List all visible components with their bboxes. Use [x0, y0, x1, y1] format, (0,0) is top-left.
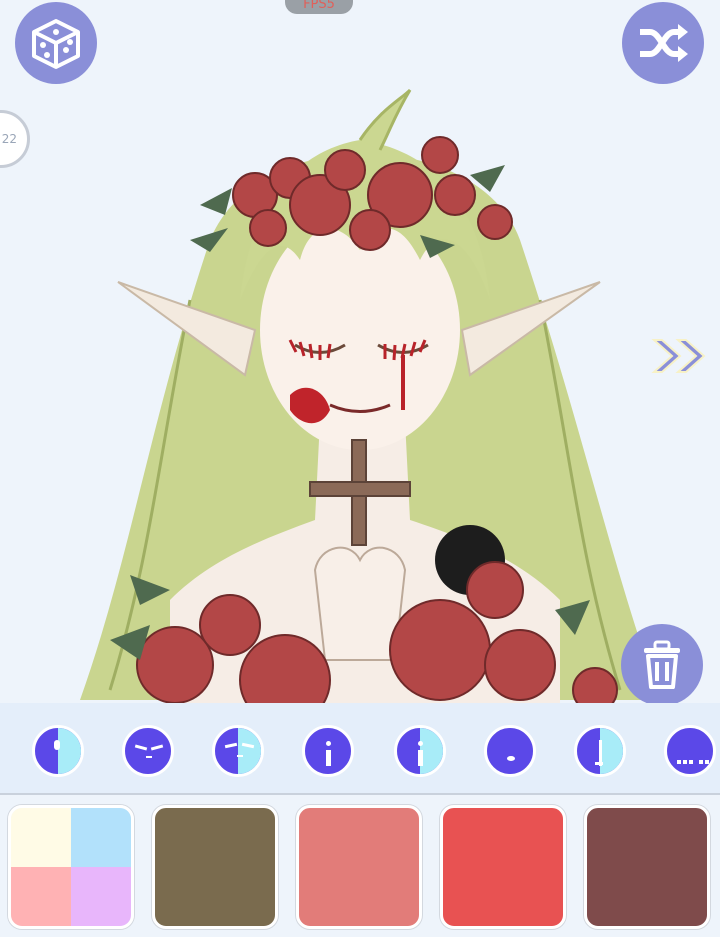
swatch-maroon[interactable] [584, 805, 710, 929]
shuffle-button[interactable] [622, 2, 704, 84]
swatch-salmon[interactable] [296, 805, 422, 929]
swatch-quad [11, 867, 71, 926]
character-illustration [80, 88, 660, 703]
shuffle-icon [640, 24, 688, 62]
face-option-half-line[interactable] [574, 725, 626, 777]
trash-icon [644, 640, 680, 689]
fps-indicator: FPS5 [285, 0, 353, 14]
side-tab-label: 22 [1, 132, 17, 146]
dice-icon [32, 19, 80, 69]
character-canvas: FPS5 22 [0, 0, 720, 703]
random-dice-button[interactable] [15, 2, 97, 84]
delete-button[interactable] [621, 624, 703, 703]
color-palette [0, 795, 720, 937]
face-option-angry-eyes[interactable] [122, 725, 174, 777]
swatch-olive-brown[interactable] [152, 805, 278, 929]
face-option-half-eyes[interactable] [212, 725, 264, 777]
swatch-red[interactable] [440, 805, 566, 929]
face-option-half-exclamation[interactable] [394, 725, 446, 777]
swatch-quad [71, 867, 131, 926]
double-chevron-right-icon[interactable] [650, 336, 710, 376]
face-option-ellipsis[interactable] [664, 725, 716, 777]
swatch-quad [11, 808, 71, 867]
swatch-quad [71, 808, 131, 867]
face-option-exclamation[interactable] [302, 725, 354, 777]
expression-selector [0, 703, 720, 795]
face-option-dot[interactable] [484, 725, 536, 777]
swatch-multicolor[interactable] [8, 805, 134, 929]
face-option-half-cyan[interactable] [32, 725, 84, 777]
